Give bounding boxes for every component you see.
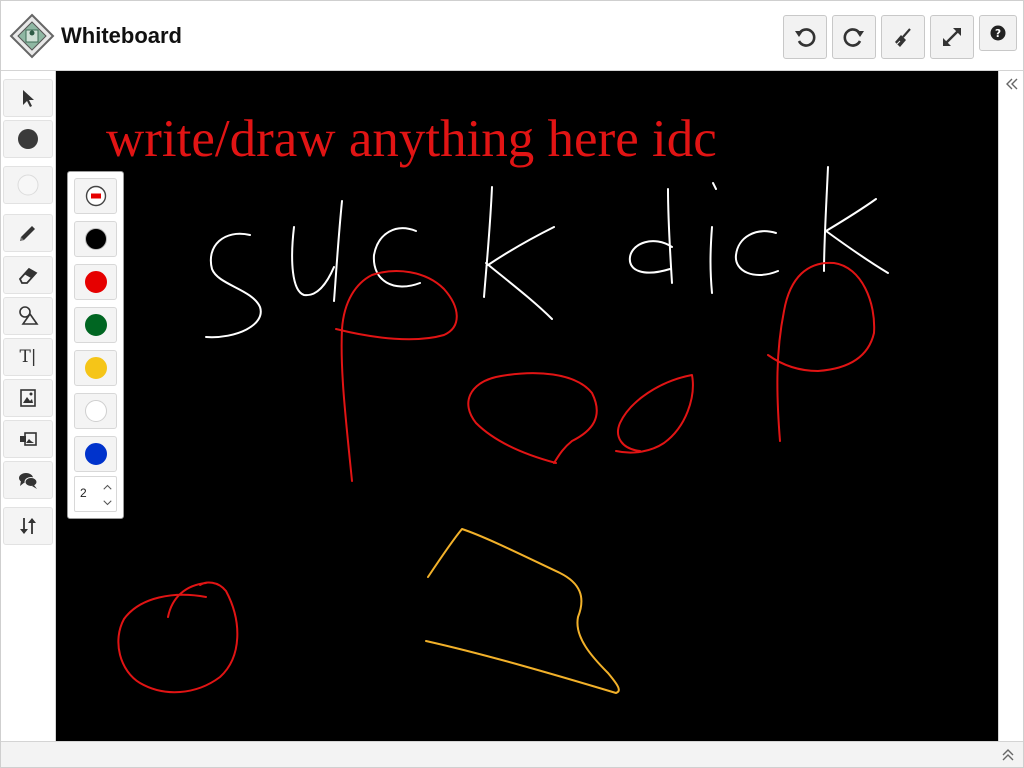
- header: Whiteboard ?: [1, 1, 1023, 71]
- circle-dark-icon: [18, 129, 38, 149]
- stroke-color-tool[interactable]: [3, 120, 53, 158]
- stepper-down-icon[interactable]: [101, 496, 113, 510]
- white-stroke: [734, 230, 779, 276]
- tool-sidebar: T|: [1, 71, 56, 741]
- image-tool[interactable]: [3, 379, 53, 417]
- select-tool[interactable]: [3, 79, 53, 117]
- swatch-blue[interactable]: [74, 436, 117, 472]
- right-sidebar: [998, 71, 1023, 741]
- yellow-swatch-icon: [84, 357, 107, 379]
- white-stroke: [628, 188, 673, 284]
- shapes-tool[interactable]: [3, 297, 53, 335]
- expand-icon: [943, 28, 961, 46]
- swatch-white[interactable]: [74, 393, 117, 429]
- swatch-green[interactable]: [74, 307, 117, 343]
- clear-button[interactable]: [881, 15, 925, 59]
- sort-arrows-icon: [20, 518, 36, 534]
- page-title: Whiteboard: [61, 23, 182, 48]
- pencil-tool[interactable]: [3, 214, 53, 252]
- swatch-black[interactable]: [74, 221, 117, 257]
- broom-icon: [895, 28, 911, 47]
- undo-button[interactable]: [783, 15, 827, 59]
- yellow-stroke: [425, 528, 620, 694]
- black-swatch-icon: [84, 228, 107, 250]
- shapes-icon: [19, 306, 39, 325]
- stepper-up-icon[interactable]: [101, 480, 113, 494]
- text-icon: T|: [19, 347, 37, 367]
- drawing-strokes: [117, 166, 889, 694]
- arrange-tool[interactable]: [3, 507, 53, 545]
- white-stroke: [709, 182, 717, 294]
- red-stroke: [615, 374, 694, 454]
- red-stroke: [467, 372, 598, 464]
- text-tool[interactable]: T|: [3, 338, 53, 376]
- double-chevron-left-icon[interactable]: [1005, 77, 1019, 91]
- circle-light-icon: [17, 174, 39, 196]
- bottom-bar: [1, 741, 1023, 767]
- fill-color-tool[interactable]: [3, 166, 53, 204]
- red-stroke: [335, 270, 458, 482]
- white-stroke: [823, 166, 889, 274]
- red-stroke: [117, 581, 239, 694]
- swatch-red[interactable]: [74, 264, 117, 300]
- white-stroke: [291, 200, 343, 302]
- swatch-none[interactable]: [74, 178, 117, 214]
- redo-icon: [843, 28, 864, 47]
- white-stroke: [372, 227, 421, 288]
- cursor-icon: [23, 90, 34, 107]
- undo-icon: [795, 28, 816, 47]
- redo-button[interactable]: [832, 15, 876, 59]
- fullscreen-button[interactable]: [930, 15, 974, 59]
- white-stroke: [205, 232, 262, 339]
- comment-tool[interactable]: [3, 461, 53, 499]
- red-swatch-icon: [84, 271, 107, 293]
- app-logo-icon: [9, 13, 55, 59]
- pencil-icon: [20, 226, 35, 241]
- swatch-yellow[interactable]: [74, 350, 117, 386]
- help-button[interactable]: ?: [979, 15, 1017, 51]
- double-chevron-up-icon[interactable]: [1001, 748, 1015, 762]
- question-icon: ?: [990, 25, 1006, 41]
- eraser-icon: [18, 267, 38, 284]
- line-width-stepper[interactable]: 2: [74, 476, 117, 512]
- drawing-canvas[interactable]: write/draw anything here idc: [56, 71, 998, 741]
- background-image-tool[interactable]: [3, 420, 53, 458]
- color-picker-panel: 2: [67, 171, 124, 519]
- white-stroke: [483, 186, 555, 320]
- eraser-tool[interactable]: [3, 256, 53, 294]
- no-fill-icon: [85, 185, 106, 207]
- red-stroke: [767, 261, 876, 442]
- blue-swatch-icon: [84, 443, 107, 465]
- svg-text:?: ?: [995, 28, 1001, 40]
- green-swatch-icon: [84, 314, 107, 336]
- image-icon: [20, 389, 36, 407]
- chat-icon: [19, 473, 38, 489]
- line-width-value: 2: [80, 486, 87, 500]
- whiteboard-app: Whiteboard ? T| write/draw anything here…: [0, 0, 1024, 768]
- white-swatch-icon: [84, 400, 107, 422]
- image-overlay-icon: [20, 432, 37, 446]
